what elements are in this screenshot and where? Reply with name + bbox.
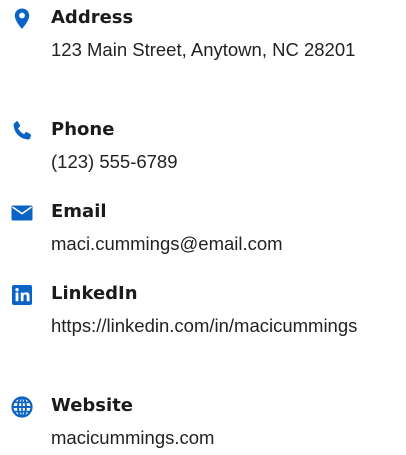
- envelope-icon: [10, 201, 34, 225]
- website-label: Website: [51, 395, 134, 416]
- contact-item-email: Email maci.cummings@email.com: [0, 201, 406, 261]
- email-value: maci.cummings@email.com: [51, 233, 283, 254]
- globe-icon: [10, 395, 34, 419]
- contact-item-linkedin: LinkedIn https://linkedin.com/in/macicum…: [0, 283, 406, 373]
- email-label: Email: [51, 201, 107, 222]
- contact-item-website: Website macicummings.com: [0, 395, 406, 455]
- linkedin-label: LinkedIn: [51, 283, 138, 304]
- website-value[interactable]: macicummings.com: [51, 423, 381, 453]
- phone-label: Phone: [51, 119, 115, 140]
- linkedin-icon: [10, 283, 34, 307]
- contact-item-phone: Phone (123) 555-6789: [0, 119, 406, 179]
- linkedin-value[interactable]: https://linkedin.com/in/macicummings: [51, 311, 381, 341]
- address-label: Address: [51, 7, 134, 28]
- phone-icon: [10, 119, 34, 143]
- phone-value: (123) 555-6789: [51, 151, 178, 172]
- map-pin-icon: [10, 7, 34, 31]
- address-value: 123 Main Street, Anytown, NC 28201: [51, 39, 356, 60]
- contact-item-address: Address 123 Main Street, Anytown, NC 282…: [0, 7, 406, 97]
